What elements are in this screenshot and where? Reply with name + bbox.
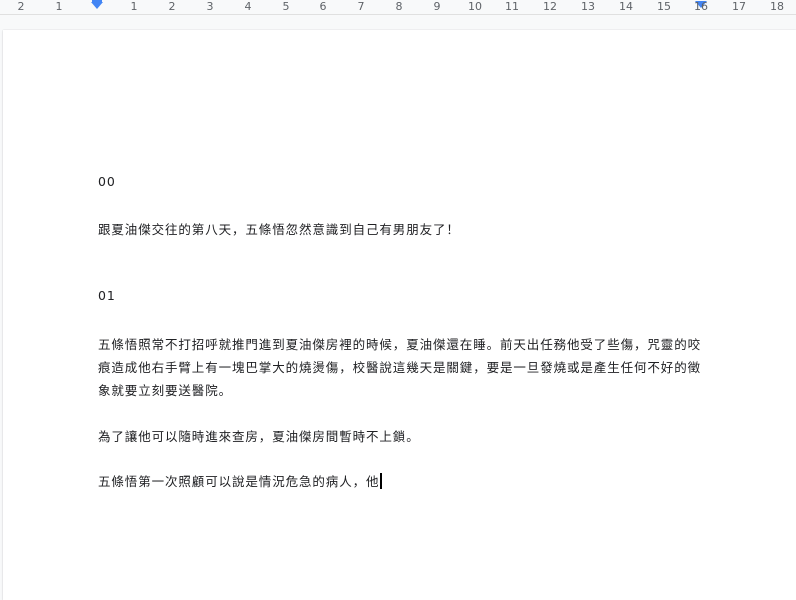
ruler-label: 17	[732, 0, 746, 13]
paragraph-line[interactable]: 五條悟照常不打招呼就推門進到夏油傑房裡的時候，夏油傑還在睡。前天出任務他受了些傷…	[98, 334, 701, 353]
paragraph[interactable]: 為了讓他可以隨時進來查房，夏油傑房間暫時不上鎖。	[98, 426, 420, 445]
ruler-label: 4	[244, 0, 252, 13]
ruler-label: 6	[319, 0, 327, 13]
document-page[interactable]: 00 跟夏油傑交往的第八天，五條悟忽然意識到自己有男朋友了！ 01 五條悟照常不…	[3, 30, 796, 600]
ruler-label: 1	[130, 0, 138, 13]
paragraph[interactable]: 跟夏油傑交往的第八天，五條悟忽然意識到自己有男朋友了！	[98, 219, 460, 238]
ruler-label: 2	[17, 0, 25, 13]
ruler-label: 9	[433, 0, 441, 13]
ruler-label: 15	[657, 0, 671, 13]
paragraph-text: 五條悟第一次照顧可以說是情況危急的病人，他	[98, 474, 380, 489]
ruler-label: 18	[770, 0, 784, 13]
ruler-label: 10	[468, 0, 482, 13]
paragraph-line[interactable]: 痕造成他右手臂上有一塊巴掌大的燒燙傷，校醫說這幾天是關鍵，要是一旦發燒或是產生任…	[98, 357, 701, 376]
ruler-label: 8	[395, 0, 403, 13]
ruler-label: 2	[168, 0, 176, 13]
ruler-label: 12	[543, 0, 557, 13]
text-cursor	[380, 473, 383, 489]
left-indent-marker[interactable]	[91, 2, 103, 9]
horizontal-ruler[interactable]: 2 1 1 2 3 4 5 6 7 8 9 10 11 12 13 14 15 …	[0, 0, 796, 15]
ruler-label: 1	[55, 0, 63, 13]
document-canvas: 00 跟夏油傑交往的第八天，五條悟忽然意識到自己有男朋友了！ 01 五條悟照常不…	[0, 15, 796, 600]
ruler-label: 11	[505, 0, 519, 13]
ruler-label: 3	[206, 0, 214, 13]
ruler-label: 7	[357, 0, 365, 13]
section-heading[interactable]: 01	[98, 288, 116, 303]
ruler-label: 16	[694, 0, 708, 13]
paragraph-line[interactable]: 象就要立刻要送醫院。	[98, 380, 232, 399]
ruler-label: 14	[619, 0, 633, 13]
ruler-label: 5	[282, 0, 290, 13]
paragraph[interactable]: 五條悟第一次照顧可以說是情況危急的病人，他	[98, 471, 383, 490]
ruler-label: 13	[581, 0, 595, 13]
section-heading[interactable]: 00	[98, 174, 116, 189]
